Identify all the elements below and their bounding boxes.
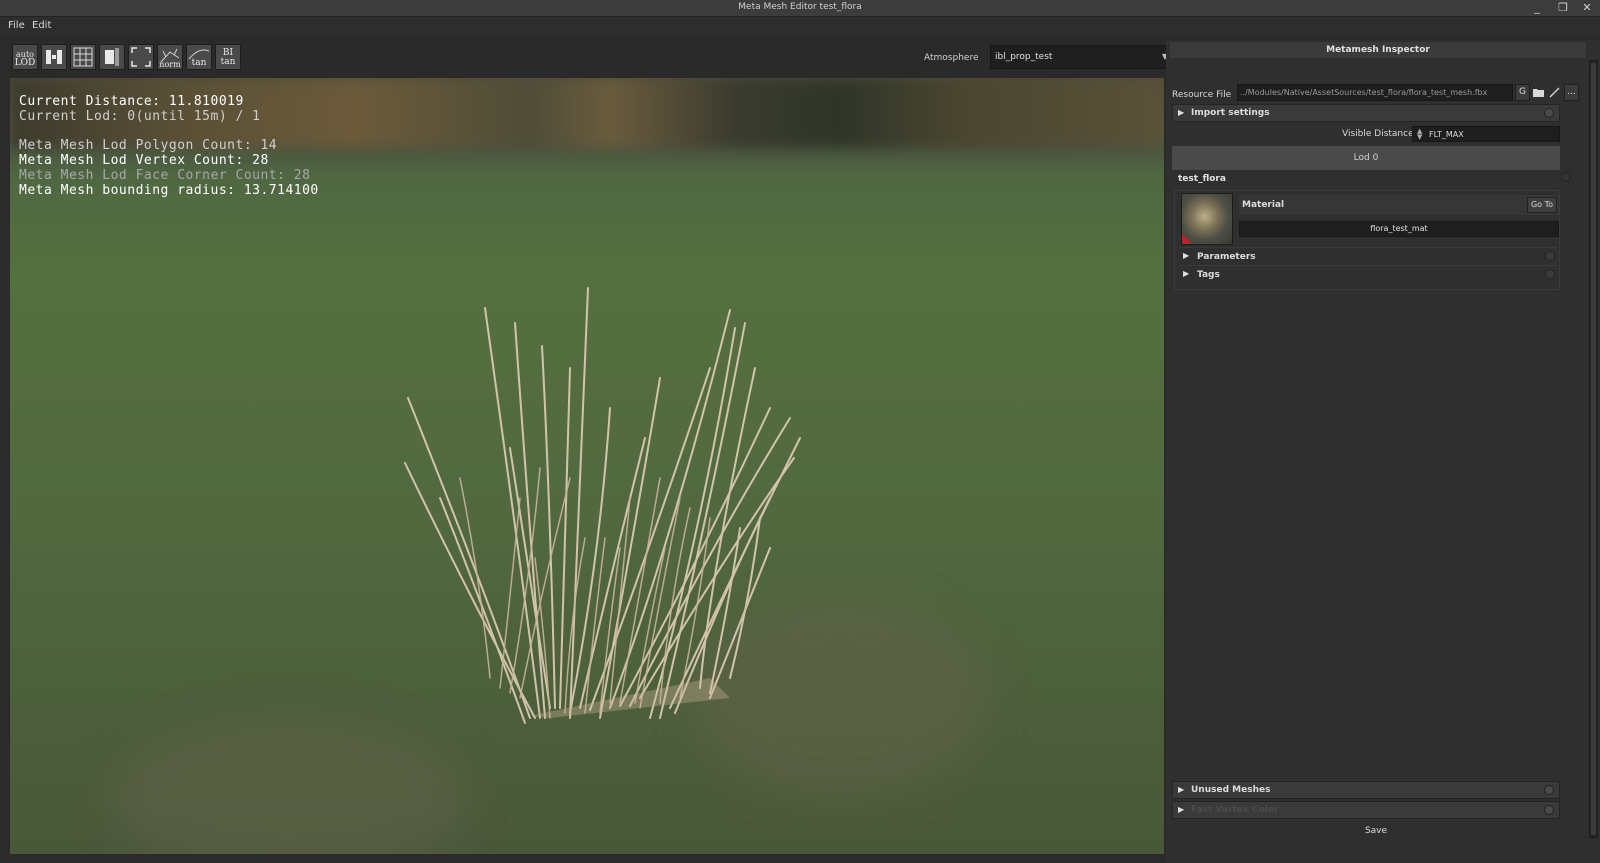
parameters-label: Parameters <box>1197 252 1256 262</box>
section-toggle-dot[interactable] <box>1545 251 1555 261</box>
faint-section[interactable]: ▶ Fast Vertex Color <box>1172 801 1560 819</box>
mesh-dot[interactable] <box>1559 172 1571 184</box>
section-toggle-dot[interactable] <box>1544 785 1554 795</box>
frame-bounds-button[interactable] <box>128 44 154 70</box>
save-button[interactable]: Save <box>1166 826 1586 836</box>
import-settings-section[interactable]: ▶ Import settings <box>1172 104 1560 122</box>
current-lod-text: Current Lod: 0(until 15m) / 1 <box>19 109 261 124</box>
half-shade-icon <box>105 48 119 66</box>
visible-distance-value: FLT_MAX <box>1429 130 1464 139</box>
material-label: Material <box>1242 200 1285 210</box>
tangent-button[interactable]: tan <box>186 44 212 70</box>
atmosphere-select[interactable]: ibl_prop_test ▼ <box>990 45 1174 69</box>
more-button[interactable]: ... <box>1564 84 1579 101</box>
folder-button[interactable] <box>1531 84 1546 101</box>
goto-button[interactable]: Go To <box>1527 197 1557 213</box>
unused-meshes-label: Unused Meshes <box>1191 785 1271 795</box>
material-row: Material Go To <box>1239 195 1559 215</box>
expand-triangle-icon: ▶ <box>1178 785 1185 794</box>
title-bar: Meta Mesh Editor test_flora _ ❐ ✕ <box>0 0 1600 17</box>
g-button[interactable]: G <box>1515 84 1530 101</box>
split-view-button[interactable] <box>41 44 67 70</box>
viewport-3d[interactable]: Current Distance: 11.810019 Current Lod:… <box>10 78 1164 854</box>
visible-distance-label: Visible Distance <box>1342 129 1414 139</box>
faint-section-label: Fast Vertex Color <box>1191 805 1279 815</box>
expand-triangle-icon: ▶ <box>1178 108 1185 117</box>
spinner-icon[interactable]: ▲ ▼ <box>1417 128 1422 141</box>
split-view-icon <box>46 50 62 64</box>
bitangent-button[interactable]: BI tan <box>215 44 241 70</box>
bounding-radius-text: Meta Mesh bounding radius: 13.714100 <box>19 183 319 198</box>
bitangent-label-bottom: tan <box>220 57 236 67</box>
parameters-section[interactable]: ▶ Parameters <box>1179 247 1557 265</box>
menu-bar: File Edit <box>0 17 1600 36</box>
inspector-title: Metamesh Inspector <box>1170 42 1586 58</box>
auto-lod-button[interactable]: auto LOD <box>12 44 38 70</box>
edit-button[interactable] <box>1547 84 1562 101</box>
auto-lod-label-bottom: LOD <box>14 58 36 68</box>
section-toggle-dot[interactable] <box>1545 269 1555 279</box>
maximize-button[interactable]: ❐ <box>1550 0 1576 16</box>
atmosphere-value: ibl_prop_test <box>995 52 1053 62</box>
polygon-count-text: Meta Mesh Lod Polygon Count: 14 <box>19 138 278 153</box>
tangent-label: tan <box>191 58 207 68</box>
grid-button[interactable] <box>70 44 96 70</box>
material-warning-corner <box>1182 234 1192 244</box>
frame-bounds-icon <box>131 47 151 67</box>
metamesh-inspector: Metamesh Inspector Resource File ../Modu… <box>1166 40 1600 863</box>
normals-label: norm <box>159 60 181 69</box>
tags-section[interactable]: ▶ Tags <box>1179 265 1557 283</box>
viewport-toolbar: auto LOD norm tan BI tan Atmosphere ibl_… <box>10 40 1174 78</box>
visible-distance-input[interactable]: ▲ ▼ FLT_MAX <box>1412 126 1560 142</box>
lod-header[interactable]: Lod 0 <box>1172 146 1560 170</box>
inspector-scrollbar[interactable] <box>1589 60 1598 838</box>
mesh-name: test_flora <box>1178 174 1226 184</box>
expand-triangle-icon: ▶ <box>1183 251 1190 260</box>
pencil-icon <box>1549 87 1560 98</box>
expand-triangle-icon: ▶ <box>1183 269 1190 278</box>
resource-file-path[interactable]: ../Modules/Native/AssetSources/test_flor… <box>1237 84 1513 101</box>
half-shade-button[interactable] <box>99 44 125 70</box>
atmosphere-label: Atmosphere <box>924 53 979 63</box>
section-toggle-dot[interactable] <box>1544 108 1554 118</box>
expand-triangle-icon: ▶ <box>1178 805 1185 814</box>
vertex-count-text: Meta Mesh Lod Vertex Count: 28 <box>19 153 269 168</box>
material-thumbnail[interactable] <box>1181 193 1233 245</box>
window-title: Meta Mesh Editor test_flora <box>738 2 862 12</box>
current-distance-text: Current Distance: 11.810019 <box>19 94 244 109</box>
face-corner-count-text: Meta Mesh Lod Face Corner Count: 28 <box>19 168 311 183</box>
material-name-field[interactable]: flora_test_mat <box>1239 221 1559 237</box>
menu-file[interactable]: File <box>8 20 25 31</box>
folder-icon <box>1533 89 1544 97</box>
grid-icon <box>73 47 93 67</box>
material-block: Material Go To flora_test_mat ▶ Paramete… <box>1174 190 1560 290</box>
mesh-toggle-dot[interactable] <box>1561 172 1571 182</box>
minimize-button[interactable]: _ <box>1524 0 1550 16</box>
section-toggle-dot[interactable] <box>1544 805 1554 815</box>
import-settings-label: Import settings <box>1191 108 1270 118</box>
unused-meshes-section[interactable]: ▶ Unused Meshes <box>1172 781 1560 799</box>
resource-file-label: Resource File <box>1172 90 1232 100</box>
close-button[interactable]: ✕ <box>1574 0 1600 16</box>
normals-button[interactable]: norm <box>157 44 183 70</box>
menu-edit[interactable]: Edit <box>32 20 51 31</box>
scrollbar-thumb[interactable] <box>1591 63 1596 835</box>
tags-label: Tags <box>1197 270 1220 280</box>
